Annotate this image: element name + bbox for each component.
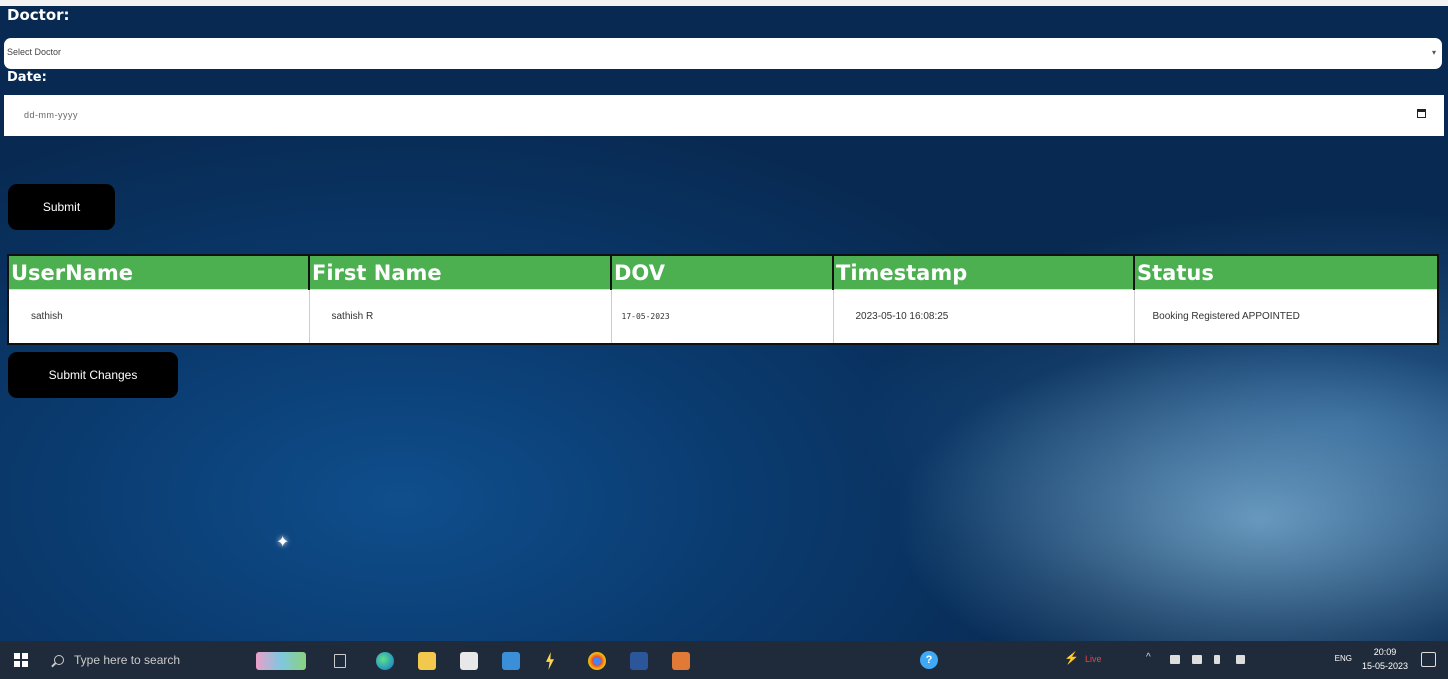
calendar-icon[interactable] xyxy=(1417,109,1426,118)
submit-button[interactable]: Submit xyxy=(8,184,115,230)
date-input[interactable]: dd-mm-yyyy xyxy=(4,95,1444,136)
help-icon[interactable]: ? xyxy=(920,651,938,669)
wifi-icon[interactable] xyxy=(1236,655,1245,664)
date-placeholder: dd-mm-yyyy xyxy=(24,110,78,120)
date-label: Date: xyxy=(7,70,47,85)
taskbar-clock[interactable]: 20:09 15-05-2023 xyxy=(1362,645,1408,673)
header-dov: DOV xyxy=(610,254,834,290)
doctor-select-value: Select Doctor xyxy=(7,47,62,57)
header-status: Status xyxy=(1133,254,1439,290)
live-label: Live xyxy=(1084,654,1102,664)
cell-first-name: sathish R xyxy=(308,288,612,345)
cell-username: sathish xyxy=(7,288,310,345)
app-icon[interactable] xyxy=(672,652,690,670)
cell-timestamp: 2023-05-10 16:08:25 xyxy=(832,288,1135,345)
chrome-icon[interactable] xyxy=(588,652,606,670)
mail-icon[interactable] xyxy=(502,652,520,670)
notification-icon[interactable] xyxy=(1421,652,1436,667)
sparkle-decoration: ✦ xyxy=(276,534,290,551)
doctor-select[interactable]: Select Doctor ▾ xyxy=(4,38,1442,69)
file-explorer-icon[interactable] xyxy=(418,652,436,670)
windows-start-icon[interactable] xyxy=(14,653,28,667)
clock-date: 15-05-2023 xyxy=(1361,661,1408,671)
header-timestamp: Timestamp xyxy=(832,254,1135,290)
taskbar-search-placeholder: Type here to search xyxy=(74,653,181,667)
chevron-down-icon: ▾ xyxy=(1431,48,1436,57)
cell-dov[interactable]: 17-05-2023 xyxy=(610,288,834,345)
store-icon[interactable] xyxy=(460,652,478,670)
edge-icon[interactable] xyxy=(376,652,394,670)
word-icon[interactable] xyxy=(630,652,648,670)
header-first-name: First Name xyxy=(308,254,612,290)
search-icon xyxy=(54,655,64,665)
taskbar-search[interactable]: Type here to search xyxy=(46,644,236,676)
battery-icon[interactable] xyxy=(1170,655,1180,664)
volume-icon[interactable] xyxy=(1214,655,1220,664)
submit-changes-button[interactable]: Submit Changes xyxy=(8,352,178,398)
language-indicator[interactable]: ENG xyxy=(1335,654,1352,663)
browser-top-strip xyxy=(0,0,1448,6)
header-username: UserName xyxy=(7,254,310,290)
doctor-label: Doctor: xyxy=(7,6,70,24)
table-row: sathish sathish R 17-05-2023 2023-05-10 … xyxy=(7,288,1439,345)
cell-status: Booking Registered APPOINTED xyxy=(1133,288,1439,345)
network-icon[interactable] xyxy=(1192,655,1202,664)
windows-taskbar: Type here to search ? ⚡ Live ^ ENG 20:09 … xyxy=(0,641,1448,679)
clock-time: 20:09 xyxy=(1373,647,1397,657)
power-automate-icon[interactable] xyxy=(546,652,554,670)
chevron-up-icon[interactable]: ^ xyxy=(1146,652,1156,663)
live-weather[interactable]: ⚡ Live xyxy=(1064,651,1101,665)
widgets-icon[interactable] xyxy=(256,652,306,670)
task-view-icon[interactable] xyxy=(334,654,346,668)
appointments-table: UserName First Name DOV Timestamp Status… xyxy=(7,254,1439,345)
table-header-row: UserName First Name DOV Timestamp Status xyxy=(7,254,1439,290)
